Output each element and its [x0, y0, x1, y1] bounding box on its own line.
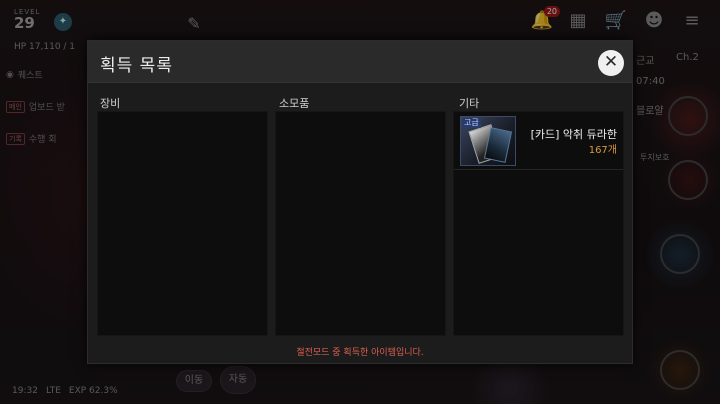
item-name: [카드] 악취 듀라한	[530, 128, 617, 141]
item-count: 167개	[588, 145, 617, 156]
item-grade-badge: 고급	[462, 118, 481, 128]
card-icon: 고급	[460, 116, 516, 166]
column-label-consumables: 소모품	[279, 97, 310, 110]
dialog-header: 획득 목록 ✕	[88, 41, 632, 83]
acquired-items-dialog: 획득 목록 ✕ 장비 소모품 기타 고급 [카드] 악취 듀라한 167개 절전…	[87, 40, 633, 364]
dialog-title: 획득 목록	[100, 56, 173, 76]
equipment-list[interactable]	[97, 111, 268, 336]
consumables-list[interactable]	[275, 111, 446, 336]
column-label-equipment: 장비	[100, 97, 121, 110]
dialog-footer-note: 절전모드 중 획득한 아이템입니다.	[296, 348, 424, 358]
etc-list[interactable]: 고급 [카드] 악취 듀라한 167개	[453, 111, 624, 336]
close-icon[interactable]: ✕	[598, 50, 624, 76]
list-item[interactable]: 고급 [카드] 악취 듀라한 167개	[454, 112, 623, 170]
column-label-etc: 기타	[459, 97, 480, 110]
